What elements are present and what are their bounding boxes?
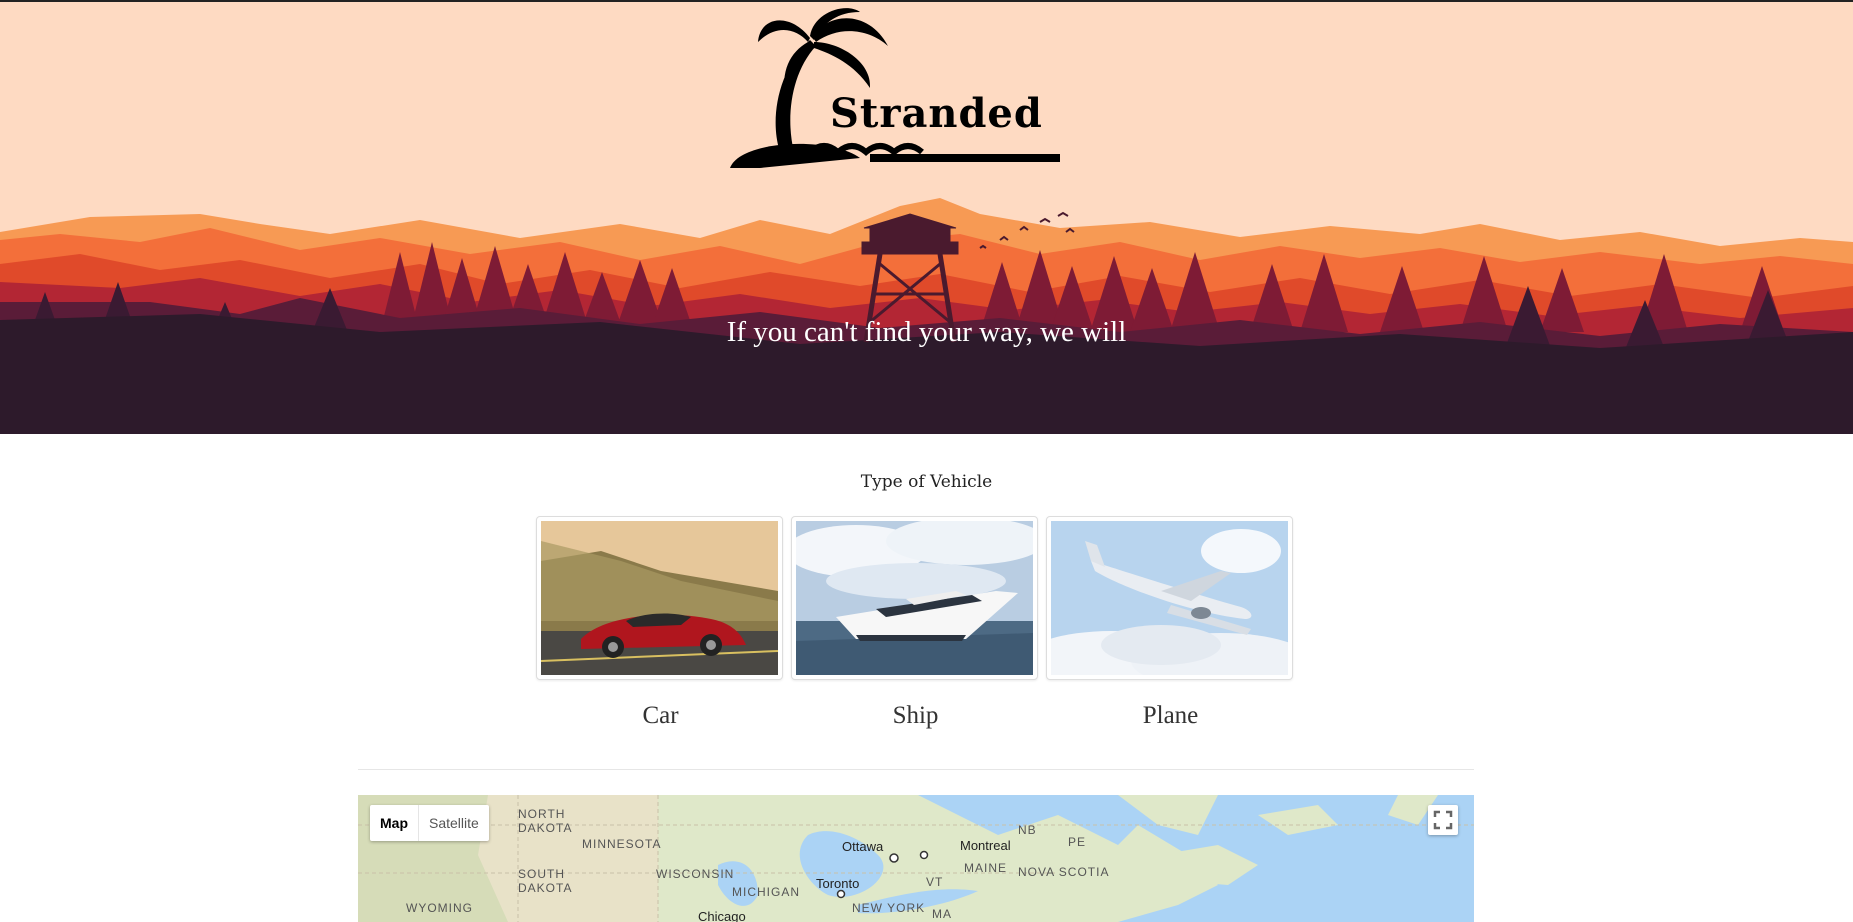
map-type-satellite-button[interactable]: Satellite	[419, 805, 489, 841]
vehicle-options: Car Ship Plane	[536, 516, 1298, 736]
map-city-label: Montreal	[960, 838, 1011, 853]
map-region-label: NEW YORK	[852, 901, 926, 915]
fullscreen-icon	[1433, 810, 1453, 830]
map-type-map-button[interactable]: Map	[370, 805, 419, 841]
map-region-label: PE	[1068, 835, 1087, 849]
vehicle-card-plane[interactable]: Plane	[1046, 516, 1295, 730]
map-region-label: NB	[1018, 823, 1037, 837]
vehicle-section-title: Type of Vehicle	[860, 472, 993, 492]
map-region-label: SOUTH DAKOTA	[518, 867, 573, 895]
map-region-label: MA	[932, 907, 952, 921]
vehicle-label-car: Car	[642, 702, 679, 729]
map-region-label: MINNESOTA	[582, 837, 662, 851]
plane-photo	[1051, 521, 1288, 675]
map-region-label: MAINE	[964, 861, 1008, 875]
section-divider	[358, 769, 1474, 770]
fullscreen-button[interactable]	[1428, 805, 1458, 835]
map-region-label: VT	[926, 875, 944, 889]
ship-thumbnail[interactable]	[791, 516, 1038, 680]
vehicle-label-ship: Ship	[892, 702, 939, 729]
palm-island-logo	[730, 8, 1060, 168]
vehicle-label-plane: Plane	[1142, 702, 1199, 729]
map-city-label: Ottawa	[842, 839, 884, 854]
brand-name: Stranded	[830, 90, 1043, 137]
map-region-label: NORTH DAKOTA	[518, 807, 573, 835]
hero-banner: Stranded If you can't find your way, we …	[0, 2, 1853, 434]
map-city-label: Toronto	[816, 876, 860, 891]
map-region-label: WISCONSIN	[656, 867, 735, 881]
car-thumbnail[interactable]	[536, 516, 783, 680]
hero-tagline: If you can't find your way, we will	[726, 316, 1127, 348]
map-region-label: NOVA SCOTIA	[1018, 865, 1110, 879]
route-map[interactable]: NORTH DAKOTA MINNESOTA SOUTH DAKOTA WYOM…	[358, 795, 1474, 922]
map-region-label: WYOMING	[406, 901, 473, 915]
vehicle-card-ship[interactable]: Ship	[791, 516, 1040, 730]
map-type-control: Map Satellite	[370, 805, 489, 841]
ship-photo	[796, 521, 1033, 675]
map-region-label: MICHIGAN	[732, 885, 800, 899]
car-photo	[541, 521, 778, 675]
plane-thumbnail[interactable]	[1046, 516, 1293, 680]
map-city-label: Chicago	[698, 909, 746, 922]
vehicle-card-car[interactable]: Car	[536, 516, 785, 730]
